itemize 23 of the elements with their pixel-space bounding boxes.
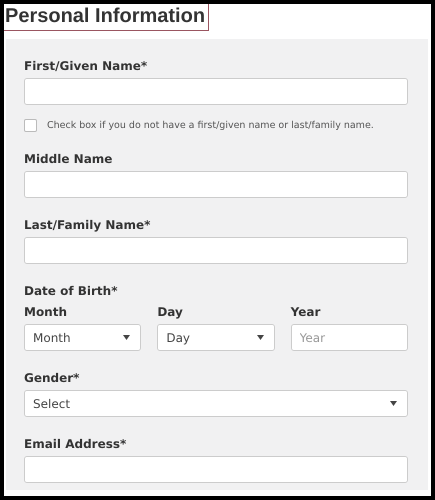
caret-icon [390, 401, 397, 406]
select-field[interactable]: Select [24, 390, 408, 417]
select-field[interactable]: Month [24, 324, 142, 351]
field-label: Middle Name [24, 152, 114, 166]
input-field[interactable]: Year [290, 324, 408, 351]
field-label: Day [157, 305, 184, 319]
caret-icon [123, 335, 130, 340]
input-field[interactable] [24, 171, 408, 198]
field-label: Month [24, 305, 68, 319]
input-field[interactable] [24, 456, 408, 483]
field-label: Email Address* [24, 437, 128, 451]
input-field[interactable] [24, 237, 408, 264]
checkbox[interactable] [24, 119, 37, 132]
field-label: Year [290, 305, 322, 319]
field-label: Date of Birth* [24, 284, 118, 298]
field-label: Gender* [24, 371, 80, 385]
field-label: First/Given Name* [24, 59, 148, 73]
checkbox-label: Check box if you do not have a first/given name or last/family name. [47, 120, 374, 131]
input-field[interactable] [24, 78, 408, 105]
select-field[interactable]: Day [157, 324, 275, 351]
section-title: Personal Information [4, 4, 210, 31]
field-label: Last/Family Name* [24, 218, 152, 232]
caret-icon [256, 335, 264, 340]
